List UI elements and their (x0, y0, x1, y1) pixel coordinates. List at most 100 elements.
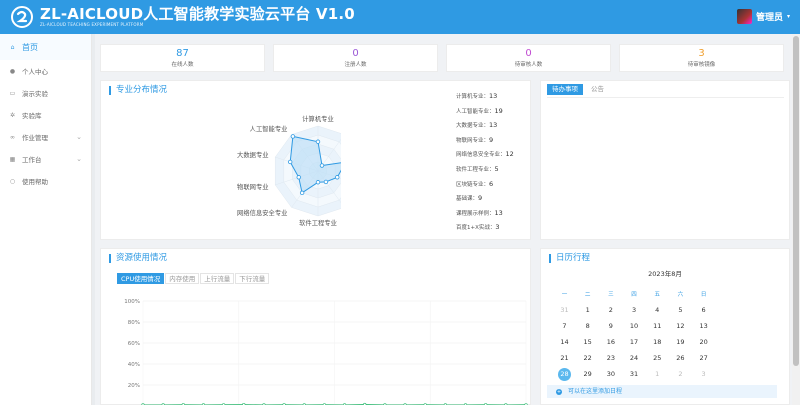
calendar-day[interactable]: 14 (553, 338, 576, 346)
calendar-day[interactable]: 17 (623, 338, 646, 346)
calendar-day-number[interactable]: 7 (562, 322, 566, 330)
calendar-day[interactable]: 15 (576, 338, 599, 346)
calendar-day-number[interactable]: 8 (586, 322, 590, 330)
sidebar-item-4[interactable]: ∞ 作业管理 ⌄ (0, 126, 91, 148)
calendar-day[interactable]: 18 (646, 338, 669, 346)
calendar-day[interactable]: 30 (599, 370, 622, 378)
calendar-day-number[interactable]: 9 (609, 322, 613, 330)
calendar-day-number[interactable]: 30 (607, 370, 615, 378)
calendar-day-number[interactable]: 3 (702, 370, 706, 378)
add-schedule-button[interactable]: + 可以在这里添加日程 (547, 385, 777, 398)
sidebar-item-0[interactable]: ⌂ 首页 (0, 34, 91, 60)
calendar-day-number[interactable]: 6 (702, 306, 706, 314)
calendar-day-number[interactable]: 5 (678, 306, 682, 314)
calendar-day[interactable]: 27 (692, 354, 715, 362)
calendar-day-number[interactable]: 31 (560, 306, 568, 314)
sidebar-item-6[interactable]: ○ 使用帮助 (0, 170, 91, 192)
calendar-day[interactable]: 4 (646, 306, 669, 314)
calendar-day[interactable]: 8 (576, 322, 599, 330)
calendar-day-number[interactable]: 18 (653, 338, 661, 346)
user-menu[interactable]: 管理员 ▾ (736, 9, 790, 24)
calendar-day[interactable]: 29 (576, 370, 599, 378)
scrollbar-thumb[interactable] (793, 36, 799, 366)
tab-notice[interactable]: 公告 (586, 84, 609, 95)
calendar-day[interactable]: 31 (553, 306, 576, 314)
calendar-day-number[interactable]: 17 (630, 338, 638, 346)
chevron-down-icon[interactable]: ⌄ (76, 155, 82, 163)
calendar-day-number[interactable]: 1 (586, 306, 590, 314)
calendar-day-number[interactable]: 27 (699, 354, 707, 362)
sidebar-item-3[interactable]: ✲ 实验库 (0, 104, 91, 126)
calendar-day-number[interactable]: 14 (560, 338, 568, 346)
sidebar-item-label: 作业管理 (22, 134, 48, 142)
calendar-day-number[interactable]: 24 (630, 354, 638, 362)
calendar-day[interactable]: 5 (669, 306, 692, 314)
calendar-day[interactable]: 10 (623, 322, 646, 330)
calendar-day-number[interactable]: 26 (676, 354, 684, 362)
calendar-day-number[interactable]: 20 (699, 338, 707, 346)
radar-point (319, 163, 325, 168)
calendar-day-number[interactable]: 2 (678, 370, 682, 378)
tab-resource-3[interactable]: 下行流量 (235, 273, 270, 284)
calendar-day[interactable]: 19 (669, 338, 692, 346)
calendar-day[interactable]: 20 (692, 338, 715, 346)
calendar-day[interactable]: 2 (669, 370, 692, 378)
major-name: 计算机专业 (456, 94, 484, 100)
tab-resource-0[interactable]: CPU使用情况 (117, 273, 165, 284)
chevron-down-icon[interactable]: ⌄ (76, 133, 82, 141)
calendar-day[interactable]: 23 (599, 354, 622, 362)
calendar-day-number[interactable]: 13 (699, 322, 707, 330)
calendar-day[interactable]: 13 (692, 322, 715, 330)
calendar-day[interactable]: 26 (669, 354, 692, 362)
page-scrollbar[interactable] (792, 34, 800, 405)
calendar-day[interactable]: 28 (553, 367, 576, 381)
calendar-day-number[interactable]: 2 (609, 306, 613, 314)
calendar-day-number[interactable]: 29 (584, 370, 592, 378)
calendar-day[interactable]: 25 (646, 354, 669, 362)
calendar-day[interactable]: 22 (576, 354, 599, 362)
calendar-day[interactable]: 12 (669, 322, 692, 330)
calendar-day-number[interactable]: 21 (560, 354, 568, 362)
sidebar-item-label: 使用帮助 (22, 178, 48, 186)
calendar-day-number[interactable]: 10 (630, 322, 638, 330)
sidebar-item-label: 演示实验 (22, 90, 48, 98)
calendar-day-number[interactable]: 25 (653, 354, 661, 362)
calendar-day-number[interactable]: 23 (607, 354, 615, 362)
user-name[interactable]: 管理员 (756, 10, 783, 23)
plus-icon: + (556, 389, 562, 395)
sidebar-item-2[interactable]: ▭ 演示实验 (0, 82, 91, 104)
calendar-day-number[interactable]: 4 (655, 306, 659, 314)
chevron-down-icon[interactable]: ▾ (787, 13, 790, 20)
calendar-day-number[interactable]: 1 (655, 370, 659, 378)
calendar-day-number[interactable]: 12 (676, 322, 684, 330)
calendar-day-number[interactable]: 22 (584, 354, 592, 362)
avatar[interactable] (736, 9, 752, 24)
calendar-day[interactable]: 11 (646, 322, 669, 330)
calendar-day[interactable]: 3 (692, 370, 715, 378)
calendar-day[interactable]: 9 (599, 322, 622, 330)
calendar-day[interactable]: 21 (553, 354, 576, 362)
calendar-day[interactable]: 31 (623, 370, 646, 378)
calendar-day[interactable]: 7 (553, 322, 576, 330)
calendar-day-number[interactable]: 15 (584, 338, 592, 346)
calendar-day-number[interactable]: 3 (632, 306, 636, 314)
calendar-day-number[interactable]: 11 (653, 322, 661, 330)
major-row: 基础课：9 (456, 194, 483, 203)
tab-resource-1[interactable]: 内存使用 (165, 273, 200, 284)
tab-resource-2[interactable]: 上行流量 (200, 273, 235, 284)
cpu-line-chart: 100% 80% 60% 40% 20% (124, 299, 528, 405)
calendar-day-number[interactable]: 19 (676, 338, 684, 346)
calendar-day-number[interactable]: 31 (630, 370, 638, 378)
calendar-day[interactable]: 16 (599, 338, 622, 346)
tab-todo[interactable]: 待办事项 (547, 84, 583, 95)
sidebar-item-5[interactable]: ▦ 工作台 ⌄ (0, 148, 91, 170)
calendar-day[interactable]: 1 (646, 370, 669, 378)
calendar-day[interactable]: 2 (599, 306, 622, 314)
calendar-day[interactable]: 1 (576, 306, 599, 314)
sidebar-item-1[interactable]: ● 个人中心 (0, 60, 91, 82)
calendar-day[interactable]: 6 (692, 306, 715, 314)
calendar-day[interactable]: 3 (623, 306, 646, 314)
calendar-day-number[interactable]: 28 (558, 367, 571, 381)
calendar-day[interactable]: 24 (623, 354, 646, 362)
calendar-day-number[interactable]: 16 (607, 338, 615, 346)
